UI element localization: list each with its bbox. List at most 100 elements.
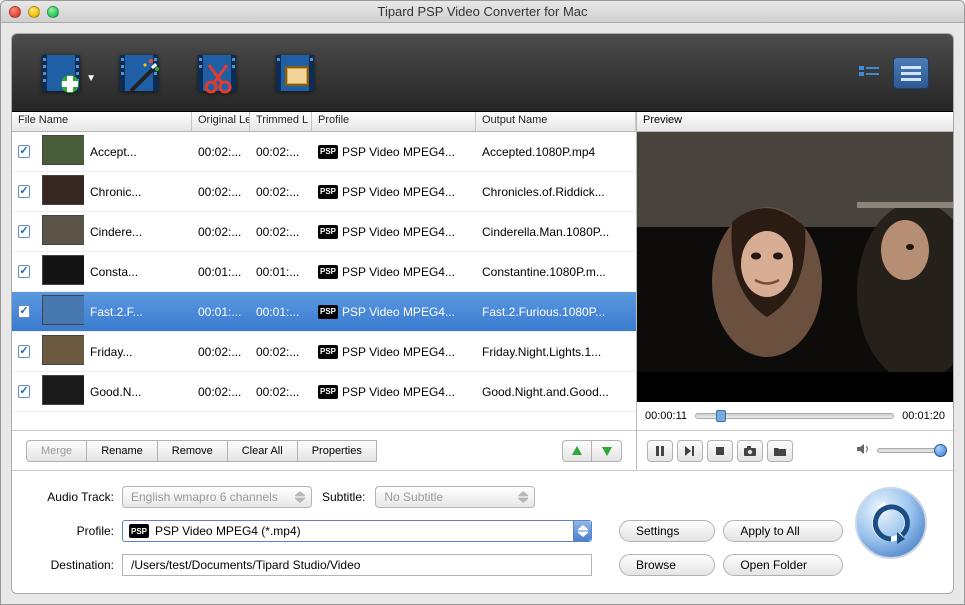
merge-button[interactable]: Merge — [26, 440, 87, 462]
open-folder-button[interactable]: Open Folder — [723, 554, 843, 576]
row-thumbnail — [42, 135, 84, 165]
row-thumbnail — [42, 175, 84, 205]
row-profile: PSPPSP Video MPEG4... — [312, 265, 476, 279]
psp-icon: PSP — [318, 145, 338, 159]
preview-video[interactable] — [637, 132, 953, 402]
table-row[interactable]: ✓Friday...00:02:...00:02:...PSPPSP Video… — [12, 332, 636, 372]
row-trimmed-length: 00:01:... — [250, 305, 312, 319]
row-thumbnail — [42, 255, 84, 285]
row-filename: Cindere... — [84, 225, 192, 239]
dropdown-indicator-icon: ▼ — [86, 73, 96, 84]
profile-label: Profile: — [26, 524, 114, 538]
preview-time-total: 00:01:20 — [902, 410, 945, 422]
row-checkbox[interactable]: ✓ — [18, 145, 30, 158]
detail-view-button[interactable] — [893, 57, 929, 89]
col-filename[interactable]: File Name — [12, 112, 192, 131]
psp-icon: PSP — [318, 225, 338, 239]
col-profile[interactable]: Profile — [312, 112, 476, 131]
col-output-name[interactable]: Output Name — [476, 112, 636, 131]
table-row[interactable]: ✓Chronic...00:02:...00:02:...PSPPSP Vide… — [12, 172, 636, 212]
row-checkbox[interactable]: ✓ — [18, 225, 30, 238]
subtitle-select[interactable]: No Subtitle — [375, 486, 535, 508]
effect-button[interactable] — [114, 46, 164, 100]
table-row[interactable]: ✓Consta...00:01:...00:01:...PSPPSP Video… — [12, 252, 636, 292]
table-row[interactable]: ✓Good.N...00:02:...00:02:...PSPPSP Video… — [12, 372, 636, 412]
table-row[interactable]: ✓Fast.2.F...00:01:...00:01:...PSPPSP Vid… — [12, 292, 636, 332]
preview-label: Preview — [637, 112, 953, 132]
trim-button[interactable] — [192, 46, 242, 100]
file-table: File Name Original Le Trimmed L Profile … — [12, 112, 637, 470]
snapshot-button[interactable] — [737, 440, 763, 462]
main-toolbar: ▼ — [12, 34, 953, 112]
row-thumbnail — [42, 375, 84, 405]
settings-button[interactable]: Settings — [619, 520, 715, 542]
clear-all-button[interactable]: Clear All — [228, 440, 298, 462]
titlebar: Tipard PSP Video Converter for Mac — [1, 1, 964, 23]
apply-to-all-button[interactable]: Apply to All — [723, 520, 843, 542]
row-output-name: Constantine.1080P.m... — [476, 265, 636, 279]
row-checkbox[interactable]: ✓ — [18, 385, 30, 398]
row-output-name: Accepted.1080P.mp4 — [476, 145, 636, 159]
preview-time-current: 00:00:11 — [645, 410, 687, 422]
subtitle-label: Subtitle: — [322, 490, 365, 504]
col-trimmed-length[interactable]: Trimmed L — [250, 112, 312, 131]
row-checkbox[interactable]: ✓ — [18, 305, 30, 318]
col-original-length[interactable]: Original Le — [192, 112, 250, 131]
psp-icon: PSP — [318, 345, 338, 359]
stop-button[interactable] — [707, 440, 733, 462]
convert-button[interactable] — [855, 487, 927, 559]
row-original-length: 00:02:... — [192, 185, 250, 199]
rename-button[interactable]: Rename — [87, 440, 158, 462]
seek-slider[interactable] — [695, 413, 894, 419]
pause-button[interactable] — [647, 440, 673, 462]
table-row[interactable]: ✓Cindere...00:02:...00:02:...PSPPSP Vide… — [12, 212, 636, 252]
row-trimmed-length: 00:02:... — [250, 385, 312, 399]
row-checkbox[interactable]: ✓ — [18, 265, 30, 278]
row-trimmed-length: 00:02:... — [250, 145, 312, 159]
destination-label: Destination: — [26, 558, 114, 572]
row-original-length: 00:02:... — [192, 225, 250, 239]
add-file-button[interactable]: ▼ — [36, 46, 86, 100]
audio-track-select[interactable]: English wmapro 6 channels — [122, 486, 312, 508]
row-filename: Good.N... — [84, 385, 192, 399]
row-thumbnail — [42, 335, 84, 365]
row-thumbnail — [42, 295, 84, 325]
psp-icon: PSP — [318, 305, 338, 319]
volume-slider[interactable] — [877, 448, 943, 453]
row-output-name: Cinderella.Man.1080P... — [476, 225, 636, 239]
snapshot-folder-button[interactable] — [767, 440, 793, 462]
crop-button[interactable] — [270, 46, 320, 100]
row-original-length: 00:02:... — [192, 385, 250, 399]
row-profile: PSPPSP Video MPEG4... — [312, 145, 476, 159]
row-checkbox[interactable]: ✓ — [18, 185, 30, 198]
row-trimmed-length: 00:02:... — [250, 225, 312, 239]
row-profile: PSPPSP Video MPEG4... — [312, 185, 476, 199]
row-checkbox[interactable]: ✓ — [18, 345, 30, 358]
preview-panel: Preview — [637, 112, 953, 470]
window-title: Tipard PSP Video Converter for Mac — [1, 4, 964, 19]
remove-button[interactable]: Remove — [158, 440, 228, 462]
app-window: Tipard PSP Video Converter for Mac ▼ — [0, 0, 965, 605]
step-forward-button[interactable] — [677, 440, 703, 462]
row-filename: Accept... — [84, 145, 192, 159]
psp-icon: PSP — [318, 385, 338, 399]
row-trimmed-length: 00:02:... — [250, 345, 312, 359]
destination-input[interactable] — [122, 554, 592, 576]
row-filename: Chronic... — [84, 185, 192, 199]
properties-button[interactable]: Properties — [298, 440, 377, 462]
list-view-button[interactable] — [851, 57, 887, 89]
table-row[interactable]: ✓Accept...00:02:...00:02:...PSPPSP Video… — [12, 132, 636, 172]
profile-select[interactable]: PSP PSP Video MPEG4 (*.mp4) — [122, 520, 592, 542]
row-output-name: Chronicles.of.Riddick... — [476, 185, 636, 199]
psp-icon: PSP — [318, 265, 338, 279]
row-filename: Consta... — [84, 265, 192, 279]
row-original-length: 00:01:... — [192, 305, 250, 319]
row-output-name: Fast.2.Furious.1080P... — [476, 305, 636, 319]
move-up-button[interactable] — [562, 440, 592, 462]
row-filename: Friday... — [84, 345, 192, 359]
row-filename: Fast.2.F... — [84, 305, 192, 319]
move-down-button[interactable] — [592, 440, 622, 462]
browse-button[interactable]: Browse — [619, 554, 715, 576]
row-original-length: 00:01:... — [192, 265, 250, 279]
row-trimmed-length: 00:02:... — [250, 185, 312, 199]
